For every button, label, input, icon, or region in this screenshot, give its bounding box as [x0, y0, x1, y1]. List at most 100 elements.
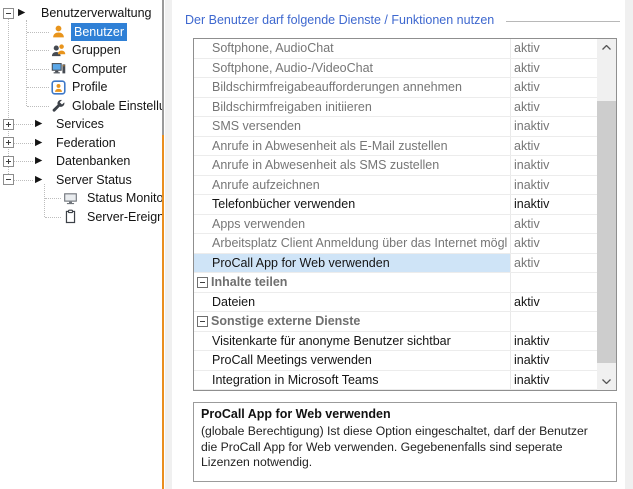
service-row-visitenkarte-fur-anonyme-benutzer-sichtbar[interactable]: Visitenkarte für anonyme Benutzer sichtb… [194, 332, 597, 352]
sidebar-item-label: Services [56, 115, 104, 134]
branch-arrow-icon: ▶ [35, 171, 42, 190]
service-status: aktiv [514, 59, 540, 78]
scroll-up-icon[interactable] [597, 39, 616, 56]
service-label: ProCall Meetings verwenden [212, 351, 508, 370]
service-status: aktiv [514, 39, 540, 58]
sidebar-item-gruppen[interactable]: Gruppen [0, 41, 162, 60]
sidebar-item-label: Federation [56, 134, 116, 153]
service-status: inaktiv [514, 195, 549, 214]
collapse-icon[interactable] [3, 174, 14, 185]
wrench-icon [51, 98, 66, 116]
expand-icon[interactable] [3, 137, 14, 148]
service-status: aktiv [514, 78, 540, 97]
service-status: inaktiv [514, 176, 549, 195]
scroll-down-icon[interactable] [597, 373, 616, 390]
group-title-rule [506, 21, 620, 22]
service-label: Arbeitsplatz Client Anmeldung über das I… [212, 234, 508, 253]
service-row-procall-app-for-web-verwenden[interactable]: ProCall App for Web verwenden aktiv [194, 254, 597, 274]
sidebar-item-profile[interactable]: Profile [0, 78, 162, 97]
setting-description-title: ProCall App for Web verwenden [201, 406, 602, 422]
events-icon [63, 209, 78, 227]
service-label: Anrufe in Abwesenheit als E-Mail zustell… [212, 137, 508, 156]
service-row-bildschirmfreigabeaufforderungen-annehmen[interactable]: Bildschirmfreigabeaufforderungen annehme… [194, 78, 597, 98]
service-status: aktiv [514, 137, 540, 156]
service-label: Inhalte teilen [211, 273, 507, 292]
expand-icon[interactable] [3, 156, 14, 167]
permissions-group-title: Der Benutzer darf folgende Dienste / Fun… [185, 13, 494, 27]
branch-arrow-icon: ▶ [35, 134, 42, 153]
service-row-sms-versenden[interactable]: SMS versenden inaktiv [194, 117, 597, 137]
service-row-softphone-audio-videochat[interactable]: Softphone, Audio-/VideoChat aktiv [194, 59, 597, 79]
branch-arrow-icon: ▶ [18, 4, 25, 23]
service-label: Visitenkarte für anonyme Benutzer sichtb… [212, 332, 508, 351]
branch-arrow-icon: ▶ [35, 152, 42, 171]
service-label: Softphone, Audio-/VideoChat [212, 59, 508, 78]
service-row-anrufe-aufzeichnen[interactable]: Anrufe aufzeichnen inaktiv [194, 176, 597, 196]
service-row-telefonbucher-verwenden[interactable]: Telefonbücher verwenden inaktiv [194, 195, 597, 215]
profile-icon [51, 80, 66, 98]
services-table: Softphone, AudioChataktivSoftphone, Audi… [193, 38, 617, 391]
sidebar-item-label: Datenbanken [56, 152, 130, 171]
service-label: Bildschirmfreigabeaufforderungen annehme… [212, 78, 508, 97]
service-row-anrufe-in-abwesenheit-als-sms-zustellen[interactable]: Anrufe in Abwesenheit als SMS zustellen i… [194, 156, 597, 176]
service-status: inaktiv [514, 371, 549, 390]
scrollbar-thumb[interactable] [597, 101, 616, 363]
service-row-procall-meetings-verwenden[interactable]: ProCall Meetings verwenden inaktiv [194, 351, 597, 371]
sidebar-item-label: Benutzer [71, 23, 127, 42]
vertical-scrollbar[interactable] [597, 39, 616, 390]
sidebar-item-server-status[interactable]: ▶Server Status [0, 171, 162, 190]
sidebar-item-services[interactable]: ▶Services [0, 115, 162, 134]
pane-splitter-top [162, 0, 164, 135]
service-row-apps-verwenden[interactable]: Apps verwenden aktiv [194, 215, 597, 235]
service-label: Softphone, AudioChat [212, 39, 508, 58]
service-label: Sonstige externe Dienste [211, 312, 507, 331]
collapse-icon[interactable] [197, 316, 208, 327]
sidebar-item-federation[interactable]: ▶ Federation [0, 134, 162, 153]
service-status: inaktiv [514, 117, 549, 136]
service-status: aktiv [514, 293, 540, 312]
service-status: inaktiv [514, 156, 549, 175]
service-row-arbeitsplatz-client-anmeldung-uber-das-internet-moglich[interactable]: Arbeitsplatz Client Anmeldung über das I… [194, 234, 597, 254]
sidebar-item-label: Profile [72, 78, 107, 97]
service-label: Telefonbücher verwenden [212, 195, 508, 214]
pane-gutter [165, 0, 173, 489]
sidebar-item-label: Gruppen [72, 41, 121, 60]
sidebar-item-label: Server-Ereignisse [87, 208, 162, 227]
service-label: Integration in Microsoft Teams [212, 371, 508, 390]
service-status: aktiv [514, 215, 540, 234]
service-label: Apps verwenden [212, 215, 508, 234]
sidebar-item-benutzer[interactable]: Benutzer [0, 23, 162, 42]
navigation-tree: ▶ BenutzerverwaltungBenutzerGruppenComput… [0, 0, 162, 489]
expand-icon[interactable] [3, 119, 14, 130]
sidebar-item-globale-einstellung[interactable]: Globale Einstellung [0, 97, 162, 116]
service-row-anrufe-in-abwesenheit-als-e-mail-zustellen[interactable]: Anrufe in Abwesenheit als E-Mail zustell… [194, 137, 597, 157]
service-row-bildschirmfreigaben-initiieren[interactable]: Bildschirmfreigaben initiierenaktiv [194, 98, 597, 118]
monitor-icon [63, 191, 78, 209]
service-row-softphone-audiochat[interactable]: Softphone, AudioChat aktiv [194, 39, 597, 59]
service-status: aktiv [514, 234, 540, 253]
service-label: Anrufe in Abwesenheit als SMS zustellen [212, 156, 508, 175]
setting-description-text: (globale Berechtigung) Ist diese Option … [201, 424, 602, 471]
service-row-dateien[interactable]: Dateienaktiv [194, 293, 597, 313]
sidebar-item-label: Computer [72, 60, 127, 79]
service-group-row-sonstige-externe-dienste[interactable]: Sonstige externe Dienste [194, 312, 597, 332]
sidebar-item-computer[interactable]: Computer [0, 60, 162, 79]
sidebar-item-datenbanken[interactable]: ▶ Datenbanken [0, 152, 162, 171]
service-row-integration-in-microsoft-teams[interactable]: Integration in Microsoft Teams inaktiv [194, 371, 597, 391]
service-status: inaktiv [514, 351, 549, 370]
group-icon [51, 43, 66, 61]
service-status: aktiv [514, 254, 540, 273]
sidebar-item-benutzerverwaltung[interactable]: ▶ Benutzerverwaltung [0, 4, 162, 23]
sidebar-item-status-monitor[interactable]: Status Monitor [0, 189, 162, 208]
service-group-row-inhalte-teilen[interactable]: Inhalte teilen [194, 273, 597, 293]
collapse-icon[interactable] [3, 8, 14, 19]
service-label: SMS versenden [212, 117, 508, 136]
sidebar-item-label: Status Monitor [87, 189, 162, 208]
service-label: ProCall App for Web verwenden [212, 254, 508, 273]
setting-description-box: ProCall App for Web verwenden (globale B… [193, 402, 617, 482]
service-label: Anrufe aufzeichnen [212, 176, 508, 195]
sidebar-item-label: Benutzerverwaltung [41, 4, 151, 23]
sidebar-item-server-ereignisse[interactable]: Server-Ereignisse [0, 208, 162, 227]
collapse-icon[interactable] [197, 277, 208, 288]
service-status: aktiv [514, 98, 540, 117]
